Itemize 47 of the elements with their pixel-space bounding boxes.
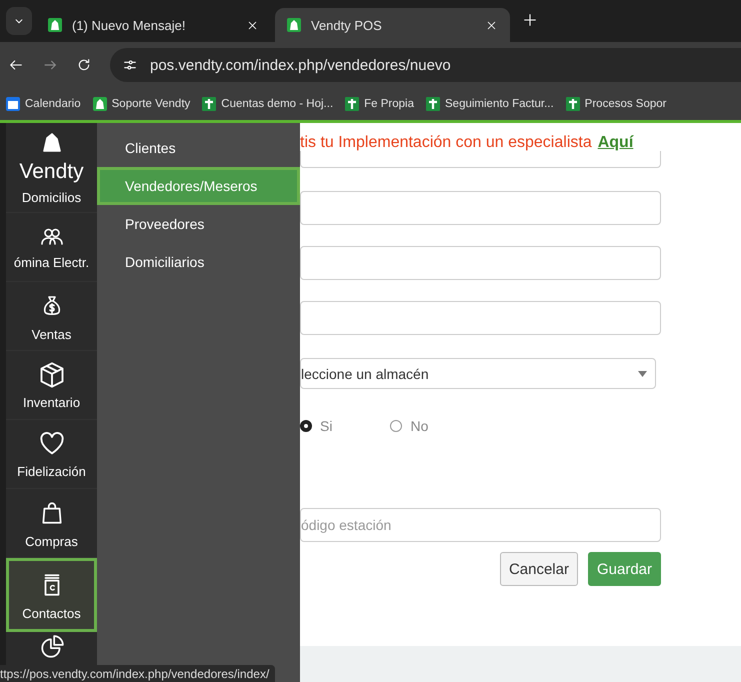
bookmark[interactable]: Fe Propia	[345, 97, 414, 111]
sidebar-label: Inventario	[22, 394, 80, 410]
sidebar-label: Ventas	[32, 326, 72, 342]
radio-option[interactable]: No	[390, 418, 428, 434]
input-field[interactable]	[300, 151, 661, 168]
calendar-icon	[6, 97, 20, 111]
submenu-item[interactable]: Proveedores	[97, 205, 300, 243]
brand-name: Vendty	[19, 160, 84, 184]
submenu-item[interactable]: Domiciliarios	[97, 243, 300, 281]
address-bar[interactable]: pos.vendty.com/index.php/vendedores/nuevo	[110, 48, 741, 82]
sidebar-label: Contactos	[22, 606, 81, 620]
tag-icon	[92, 97, 107, 111]
reload-icon	[76, 57, 92, 73]
cancel-button[interactable]: Cancelar	[500, 552, 578, 586]
new-tab-icon	[522, 12, 538, 28]
bookmark[interactable]: Seguimiento Factur...	[426, 97, 554, 111]
plus-icon	[202, 97, 216, 111]
input-field[interactable]	[300, 191, 661, 225]
status-tooltip: ttps://pos.vendty.com/index.php/vendedores/index/	[0, 665, 276, 682]
sidebar-label: Domicilios	[22, 190, 82, 205]
input-field[interactable]	[300, 246, 661, 280]
banner-link[interactable]: Aquí	[598, 134, 634, 152]
sidebar-item[interactable]: Contactos	[6, 558, 97, 632]
plus-icon	[345, 97, 360, 111]
sidebar-label: ómina Electr.	[14, 254, 90, 270]
radio-option[interactable]: Si	[300, 418, 332, 434]
tag-icon	[48, 18, 62, 32]
tag-icon	[287, 18, 301, 32]
banner-text: tis tu Implementación con un especialista	[300, 134, 592, 152]
caret-icon	[638, 370, 647, 376]
sidebar-label: Fidelización	[17, 464, 86, 478]
tab-title: Vendty POS	[311, 18, 383, 32]
browser-tab[interactable]: (1) Nuevo Mensaje!	[36, 8, 271, 42]
tab-list-button[interactable]	[6, 7, 32, 35]
plus-icon	[566, 97, 580, 111]
plus-icon	[426, 97, 440, 111]
bookmark[interactable]: Procesos Sopor	[566, 97, 666, 111]
bookmark[interactable]: Calendario	[6, 97, 81, 111]
warehouse-select[interactable]: leccione un almacén	[300, 358, 656, 389]
bookmark[interactable]: Soporte Vendty	[92, 97, 190, 111]
bookmark[interactable]: Cuentas demo - Hoj...	[202, 97, 334, 111]
sidebar-label: Compras	[25, 534, 78, 548]
box-icon	[38, 360, 66, 388]
tab-title: (1) Nuevo Mensaje!	[72, 18, 186, 32]
submenu-item[interactable]: Clientes	[97, 129, 300, 167]
browser-tab[interactable]: Vendty POS	[275, 8, 510, 42]
input-field[interactable]	[300, 301, 661, 335]
